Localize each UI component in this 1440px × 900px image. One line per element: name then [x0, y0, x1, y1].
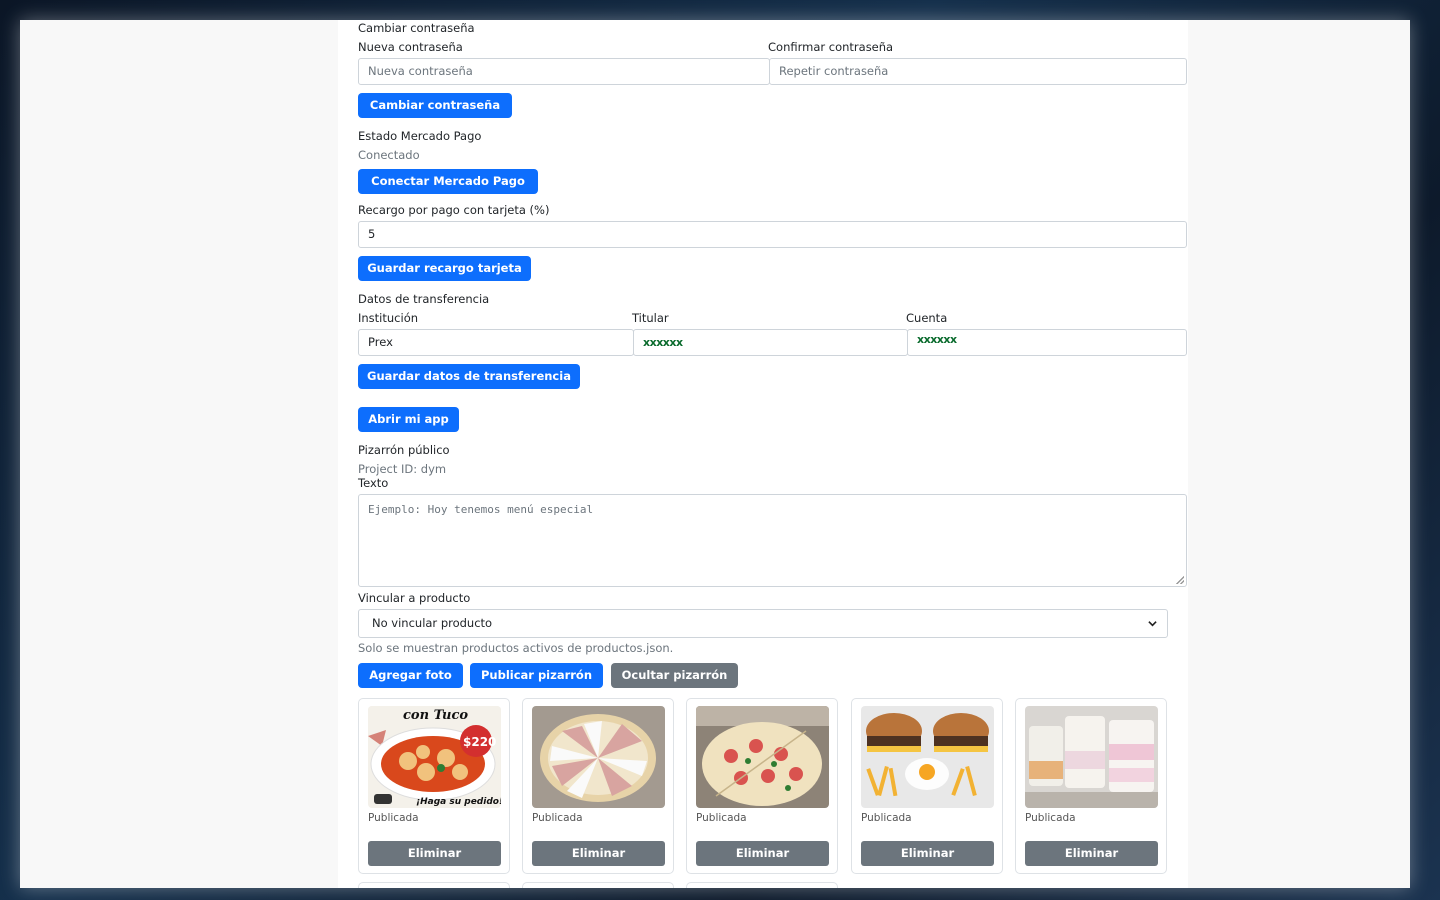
publish-board-button[interactable]: Publicar pizarrón — [470, 663, 603, 688]
chevron-down-icon — [1148, 621, 1157, 627]
project-id: Project ID: dym — [358, 462, 447, 476]
photo-status: Publicada — [696, 812, 747, 824]
browser-page: Cambiar contraseña Nueva contraseña Conf… — [20, 20, 1410, 888]
photo-card: Publicada Eliminar — [522, 698, 674, 874]
transfer-title: Datos de transferencia — [358, 292, 490, 306]
add-photo-button[interactable]: Agregar foto — [358, 663, 463, 688]
delete-photo-button[interactable]: Eliminar — [532, 841, 665, 866]
mercadopago-status: Conectado — [358, 148, 420, 162]
password-section-title: Cambiar contraseña — [358, 21, 475, 35]
board-text-area[interactable]: Ejemplo: Hoy tenemos menú especial — [358, 494, 1187, 587]
board-text-label: Texto — [358, 476, 389, 490]
delete-photo-button[interactable]: Eliminar — [1025, 841, 1158, 866]
new-password-label: Nueva contraseña — [358, 40, 463, 54]
holder-label: Titular — [632, 311, 669, 325]
photo-thumbnail-promo: con Tuco $220 ¡Haga su pedido!! — [368, 706, 501, 808]
settings-content: Cambiar contraseña Nueva contraseña Conf… — [358, 20, 1188, 888]
confirm-password-input[interactable]: Repetir contraseña — [769, 58, 1187, 85]
photo-status: Publicada — [861, 812, 912, 824]
holder-input[interactable]: xxxxxx — [633, 329, 908, 356]
delete-photo-button[interactable]: Eliminar — [861, 841, 994, 866]
institution-label: Institución — [358, 311, 419, 325]
account-label: Cuenta — [906, 311, 948, 325]
link-product-select[interactable]: No vincular producto — [358, 609, 1168, 638]
photo-card-partial — [686, 882, 838, 888]
photo-card: Publicada Eliminar — [686, 698, 838, 874]
link-product-help: Solo se muestran productos activos de pr… — [358, 641, 674, 655]
open-app-button[interactable]: Abrir mi app — [358, 407, 459, 432]
new-password-input[interactable]: Nueva contraseña — [358, 58, 770, 85]
board-title: Pizarrón público — [358, 443, 450, 457]
institution-input[interactable]: Prex — [358, 329, 634, 356]
confirm-password-label: Confirmar contraseña — [768, 40, 894, 54]
delete-photo-button[interactable]: Eliminar — [696, 841, 829, 866]
board-text-placeholder: Ejemplo: Hoy tenemos menú especial — [368, 503, 594, 516]
page-margin-right — [1188, 20, 1410, 888]
delete-photo-button[interactable]: Eliminar — [368, 841, 501, 866]
photo-status: Publicada — [1025, 812, 1076, 824]
hide-board-button[interactable]: Ocultar pizarrón — [611, 663, 738, 688]
surcharge-label: Recargo por pago con tarjeta (%) — [358, 203, 550, 217]
photo-thumbnail-pizza-ham — [532, 706, 665, 808]
photo-status: Publicada — [532, 812, 583, 824]
connect-mercadopago-button[interactable]: Conectar Mercado Pago — [358, 169, 538, 194]
photo-card: Publicada Eliminar — [851, 698, 1003, 874]
photo-card-partial — [522, 882, 674, 888]
surcharge-input[interactable]: 5 — [358, 221, 1187, 248]
svg-text:con Tuco: con Tuco — [403, 708, 468, 723]
photo-thumbnail-desserts — [1025, 706, 1158, 808]
svg-text:$220: $220 — [463, 735, 496, 749]
resize-handle-icon[interactable] — [1176, 576, 1184, 584]
account-input[interactable]: xxxxxx — [907, 329, 1187, 356]
save-surcharge-button[interactable]: Guardar recargo tarjeta — [358, 256, 531, 281]
photo-card: con Tuco $220 ¡Haga su pedido!! Publicad… — [358, 698, 510, 874]
link-product-selected: No vincular producto — [372, 616, 493, 630]
photo-status: Publicada — [368, 812, 419, 824]
photo-thumbnail-burgers — [861, 706, 994, 808]
svg-text:¡Haga su pedido!!: ¡Haga su pedido!! — [416, 797, 501, 807]
photo-card: Publicada Eliminar — [1015, 698, 1167, 874]
link-product-label: Vincular a producto — [358, 591, 471, 605]
photo-card-partial — [358, 882, 510, 888]
photo-thumbnail-pizza-tomato — [696, 706, 829, 808]
mercadopago-title: Estado Mercado Pago — [358, 129, 482, 143]
save-transfer-button[interactable]: Guardar datos de transferencia — [358, 364, 580, 389]
change-password-button[interactable]: Cambiar contraseña — [358, 93, 512, 118]
page-margin-left — [20, 20, 338, 888]
